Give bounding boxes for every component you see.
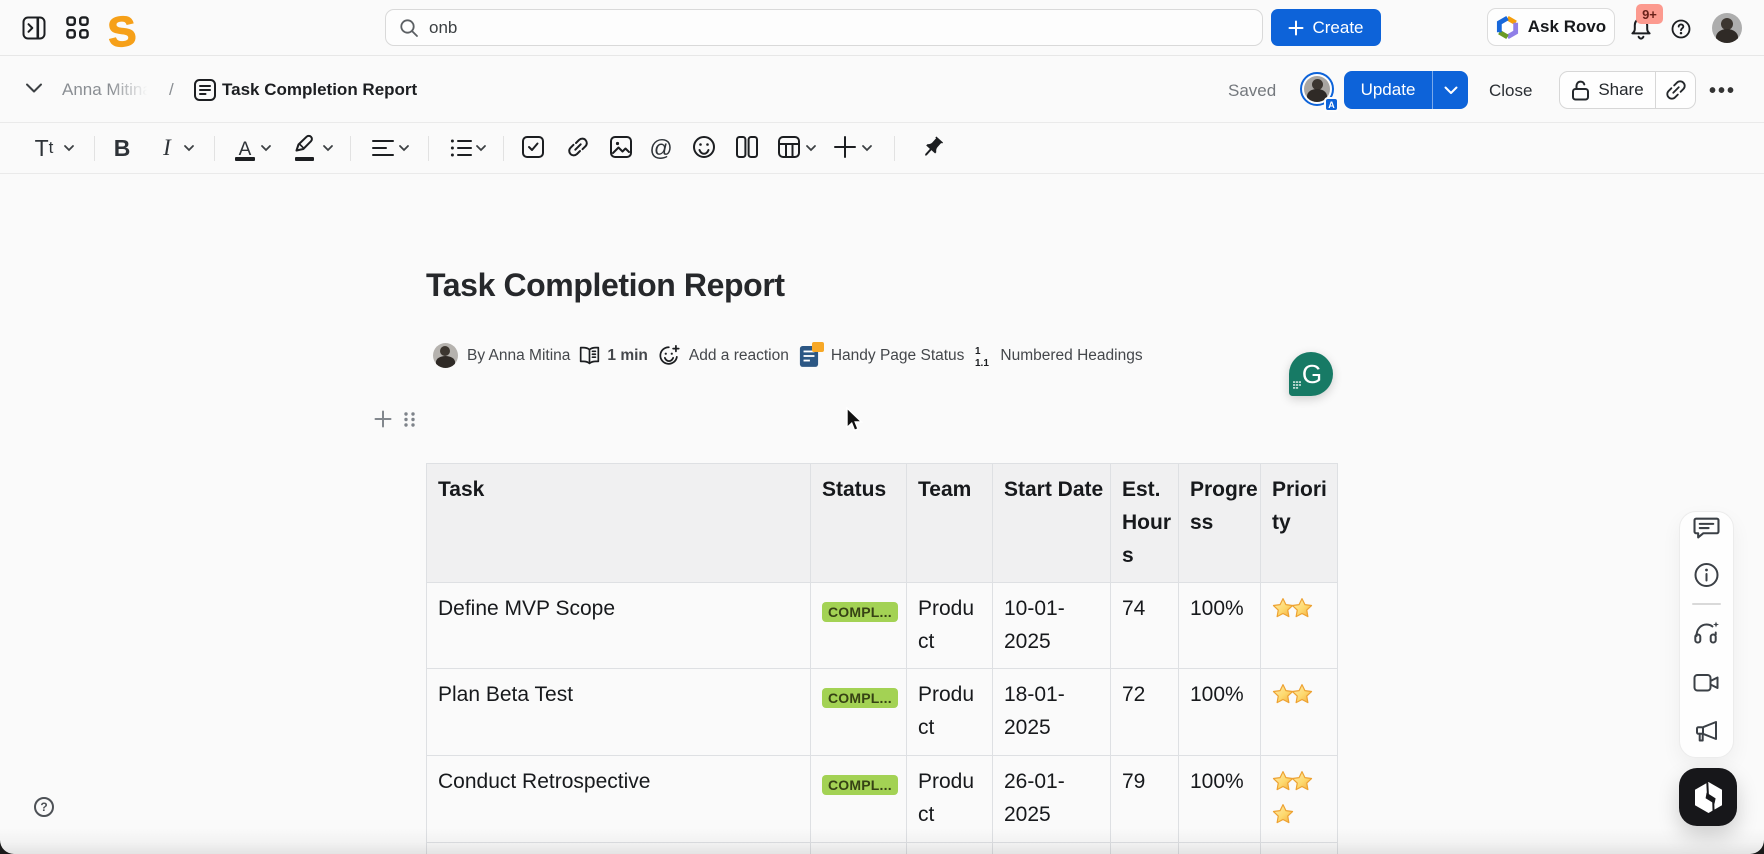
svg-text:1: 1	[975, 346, 981, 357]
svg-text:1.1: 1.1	[975, 358, 989, 368]
